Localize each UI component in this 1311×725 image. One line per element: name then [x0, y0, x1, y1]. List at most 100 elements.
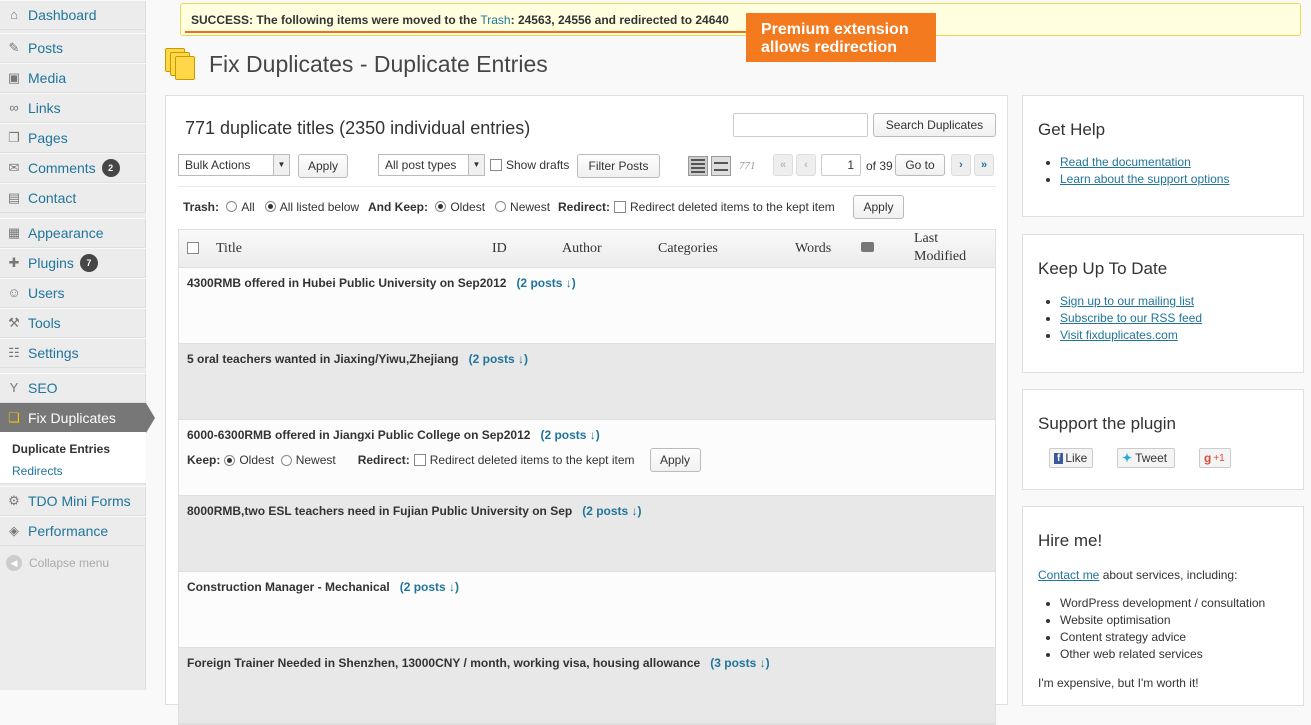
list-item: Subscribe to our RSS feed: [1060, 310, 1202, 327]
like-label: Like: [1065, 451, 1088, 465]
sidebar-item-plugins[interactable]: ✚ Plugins 7: [0, 248, 146, 278]
rss-feed-link[interactable]: Subscribe to our RSS feed: [1060, 311, 1202, 325]
list-item: Sign up to our mailing list: [1060, 293, 1202, 310]
keep-newest-radio[interactable]: [495, 201, 507, 212]
row-apply-button[interactable]: Apply: [649, 448, 701, 472]
items-count: 771: [739, 160, 756, 172]
row-redirect-text: Redirect deleted items to the kept item: [429, 453, 635, 467]
google-plus-button[interactable]: g +1: [1199, 448, 1231, 468]
sidebar-item-performance[interactable]: ◈ Performance: [0, 516, 146, 546]
support-options-link[interactable]: Learn about the support options: [1060, 172, 1229, 186]
sidebar-item-fix-duplicates[interactable]: ❏ Fix Duplicates: [0, 403, 155, 433]
sidebar-item-settings[interactable]: ☷ Settings: [0, 338, 146, 368]
dropdown-arrow-icon: ▼: [273, 155, 289, 175]
trash-listed-radio[interactable]: [264, 201, 276, 212]
sidebar-item-posts[interactable]: ✎ Posts: [0, 33, 146, 63]
sidebar-item-label: Comments: [28, 160, 96, 176]
up-to-date-widget: Keep Up To Date Sign up to our mailing l…: [1022, 234, 1304, 373]
expand-posts-link[interactable]: (2 posts ↓): [582, 504, 641, 518]
bulk-actions-select[interactable]: Bulk Actions ▼: [178, 154, 290, 176]
sidebar-item-links[interactable]: ∞ Links: [0, 93, 146, 123]
sidebar-item-label: Appearance: [28, 225, 104, 241]
last-page-button[interactable]: »: [974, 154, 994, 176]
filter-posts-button[interactable]: Filter Posts: [577, 154, 660, 178]
column-title[interactable]: Title: [216, 241, 242, 257]
column-modified-line2[interactable]: Modified: [914, 249, 966, 265]
list-view-icon[interactable]: [688, 156, 708, 176]
expand-posts-link[interactable]: (2 posts ↓): [540, 428, 599, 442]
sidebar-item-contact[interactable]: ▤ Contact: [0, 183, 146, 213]
collapse-menu[interactable]: ◀ Collapse menu: [6, 555, 109, 571]
sidebar-item-seo[interactable]: Y SEO: [0, 373, 146, 403]
mailing-list-link[interactable]: Sign up to our mailing list: [1060, 294, 1194, 308]
hire-intro-text: about services, including:: [1099, 568, 1238, 582]
sidebar-item-comments[interactable]: ✉ Comments 2: [0, 153, 146, 183]
keep-oldest-radio[interactable]: [435, 201, 447, 212]
first-page-button[interactable]: «: [773, 154, 793, 176]
sidebar-item-media[interactable]: ▣ Media: [0, 63, 146, 93]
documentation-link[interactable]: Read the documentation: [1060, 155, 1191, 169]
row-title-text: 6000-6300RMB offered in Jiangxi Public C…: [187, 428, 531, 442]
table-row: Construction Manager - Mechanical (2 post…: [179, 572, 995, 648]
submenu-duplicate-entries[interactable]: Duplicate Entries: [0, 438, 146, 460]
list-item: Other web related services: [1060, 646, 1265, 663]
column-modified-line1[interactable]: Last: [914, 231, 938, 247]
seo-icon: Y: [9, 380, 19, 395]
trash-all-label: All: [241, 200, 255, 214]
post-types-select[interactable]: All post types ▼: [378, 154, 485, 176]
search-input[interactable]: [733, 113, 868, 137]
count-badge: 2: [101, 159, 120, 177]
trash-all-radio[interactable]: [226, 201, 238, 212]
table-body: 4300RMB offered in Hubei Public Universi…: [179, 268, 995, 724]
submenu-redirects[interactable]: Redirects: [0, 460, 146, 482]
row-title-text: Construction Manager - Mechanical: [187, 580, 390, 594]
row-redirect-checkbox[interactable]: [413, 454, 426, 466]
trash-link[interactable]: Trash: [480, 13, 510, 27]
contact-me-link[interactable]: Contact me: [1038, 568, 1099, 582]
duplicates-table: Title ID Author Categories Words Last Mo…: [178, 229, 996, 725]
fix-duplicates-submenu: Duplicate Entries Redirects: [0, 432, 146, 484]
page-number-input[interactable]: 1: [821, 154, 861, 176]
list-item: WordPress development / consultation: [1060, 595, 1265, 612]
expand-posts-link[interactable]: (2 posts ↓): [400, 580, 459, 594]
bulk-apply-button[interactable]: Apply: [298, 154, 348, 178]
tweet-button[interactable]: ✦ Tweet: [1117, 448, 1175, 468]
google-plus-icon: g: [1204, 451, 1212, 465]
sidebar-item-appearance[interactable]: ▦ Appearance: [0, 218, 146, 248]
search-duplicates-button[interactable]: Search Duplicates: [873, 113, 996, 137]
facebook-like-button[interactable]: f Like: [1049, 448, 1093, 468]
row-keep-oldest-radio[interactable]: [224, 454, 236, 466]
expand-posts-link[interactable]: (2 posts ↓): [516, 276, 575, 290]
show-drafts-checkbox[interactable]: Show drafts: [490, 158, 569, 172]
sidebar-item-tdo-mini-forms[interactable]: ⚙ TDO Mini Forms: [0, 486, 146, 516]
sidebar-item-label: Performance: [28, 523, 109, 539]
sidebar-item-pages[interactable]: ❐ Pages: [0, 123, 146, 153]
prev-page-button[interactable]: ‹: [796, 154, 816, 176]
select-all-checkbox[interactable]: [187, 242, 199, 254]
expand-posts-link[interactable]: (3 posts ↓): [710, 656, 769, 670]
website-link[interactable]: Visit fixduplicates.com: [1060, 328, 1178, 342]
keep-oldest-label: Oldest: [450, 200, 486, 214]
redirect-checkbox[interactable]: [614, 201, 627, 213]
settings-icon: ☷: [8, 345, 20, 360]
column-author[interactable]: Author: [562, 241, 602, 257]
go-to-button[interactable]: Go to: [895, 154, 945, 176]
sidebar-item-dashboard[interactable]: ⌂ Dashboard: [0, 0, 146, 30]
sidebar-item-users[interactable]: ☺ Users: [0, 278, 146, 308]
column-words[interactable]: Words: [795, 241, 831, 257]
post-types-value: All post types: [385, 158, 457, 172]
pages-icon: ❐: [8, 130, 20, 145]
expand-posts-link[interactable]: (2 posts ↓): [469, 352, 528, 366]
keep-options: And Keep: Oldest Newest: [368, 200, 550, 214]
column-categories[interactable]: Categories: [658, 241, 718, 257]
sidebar-item-tools[interactable]: ⚒ Tools: [0, 308, 146, 338]
excerpt-view-icon[interactable]: [711, 156, 731, 176]
support-widget: Support the plugin f Like ✦ Tweet g +1: [1022, 389, 1304, 490]
appearance-icon: ▦: [7, 225, 21, 240]
row-keep-newest-radio[interactable]: [280, 454, 292, 466]
trash-apply-button[interactable]: Apply: [853, 195, 904, 219]
sidebar-item-label: Fix Duplicates: [28, 410, 116, 426]
next-page-button[interactable]: ›: [951, 154, 971, 176]
column-id[interactable]: ID: [492, 241, 507, 257]
show-drafts-label: Show drafts: [506, 158, 570, 172]
